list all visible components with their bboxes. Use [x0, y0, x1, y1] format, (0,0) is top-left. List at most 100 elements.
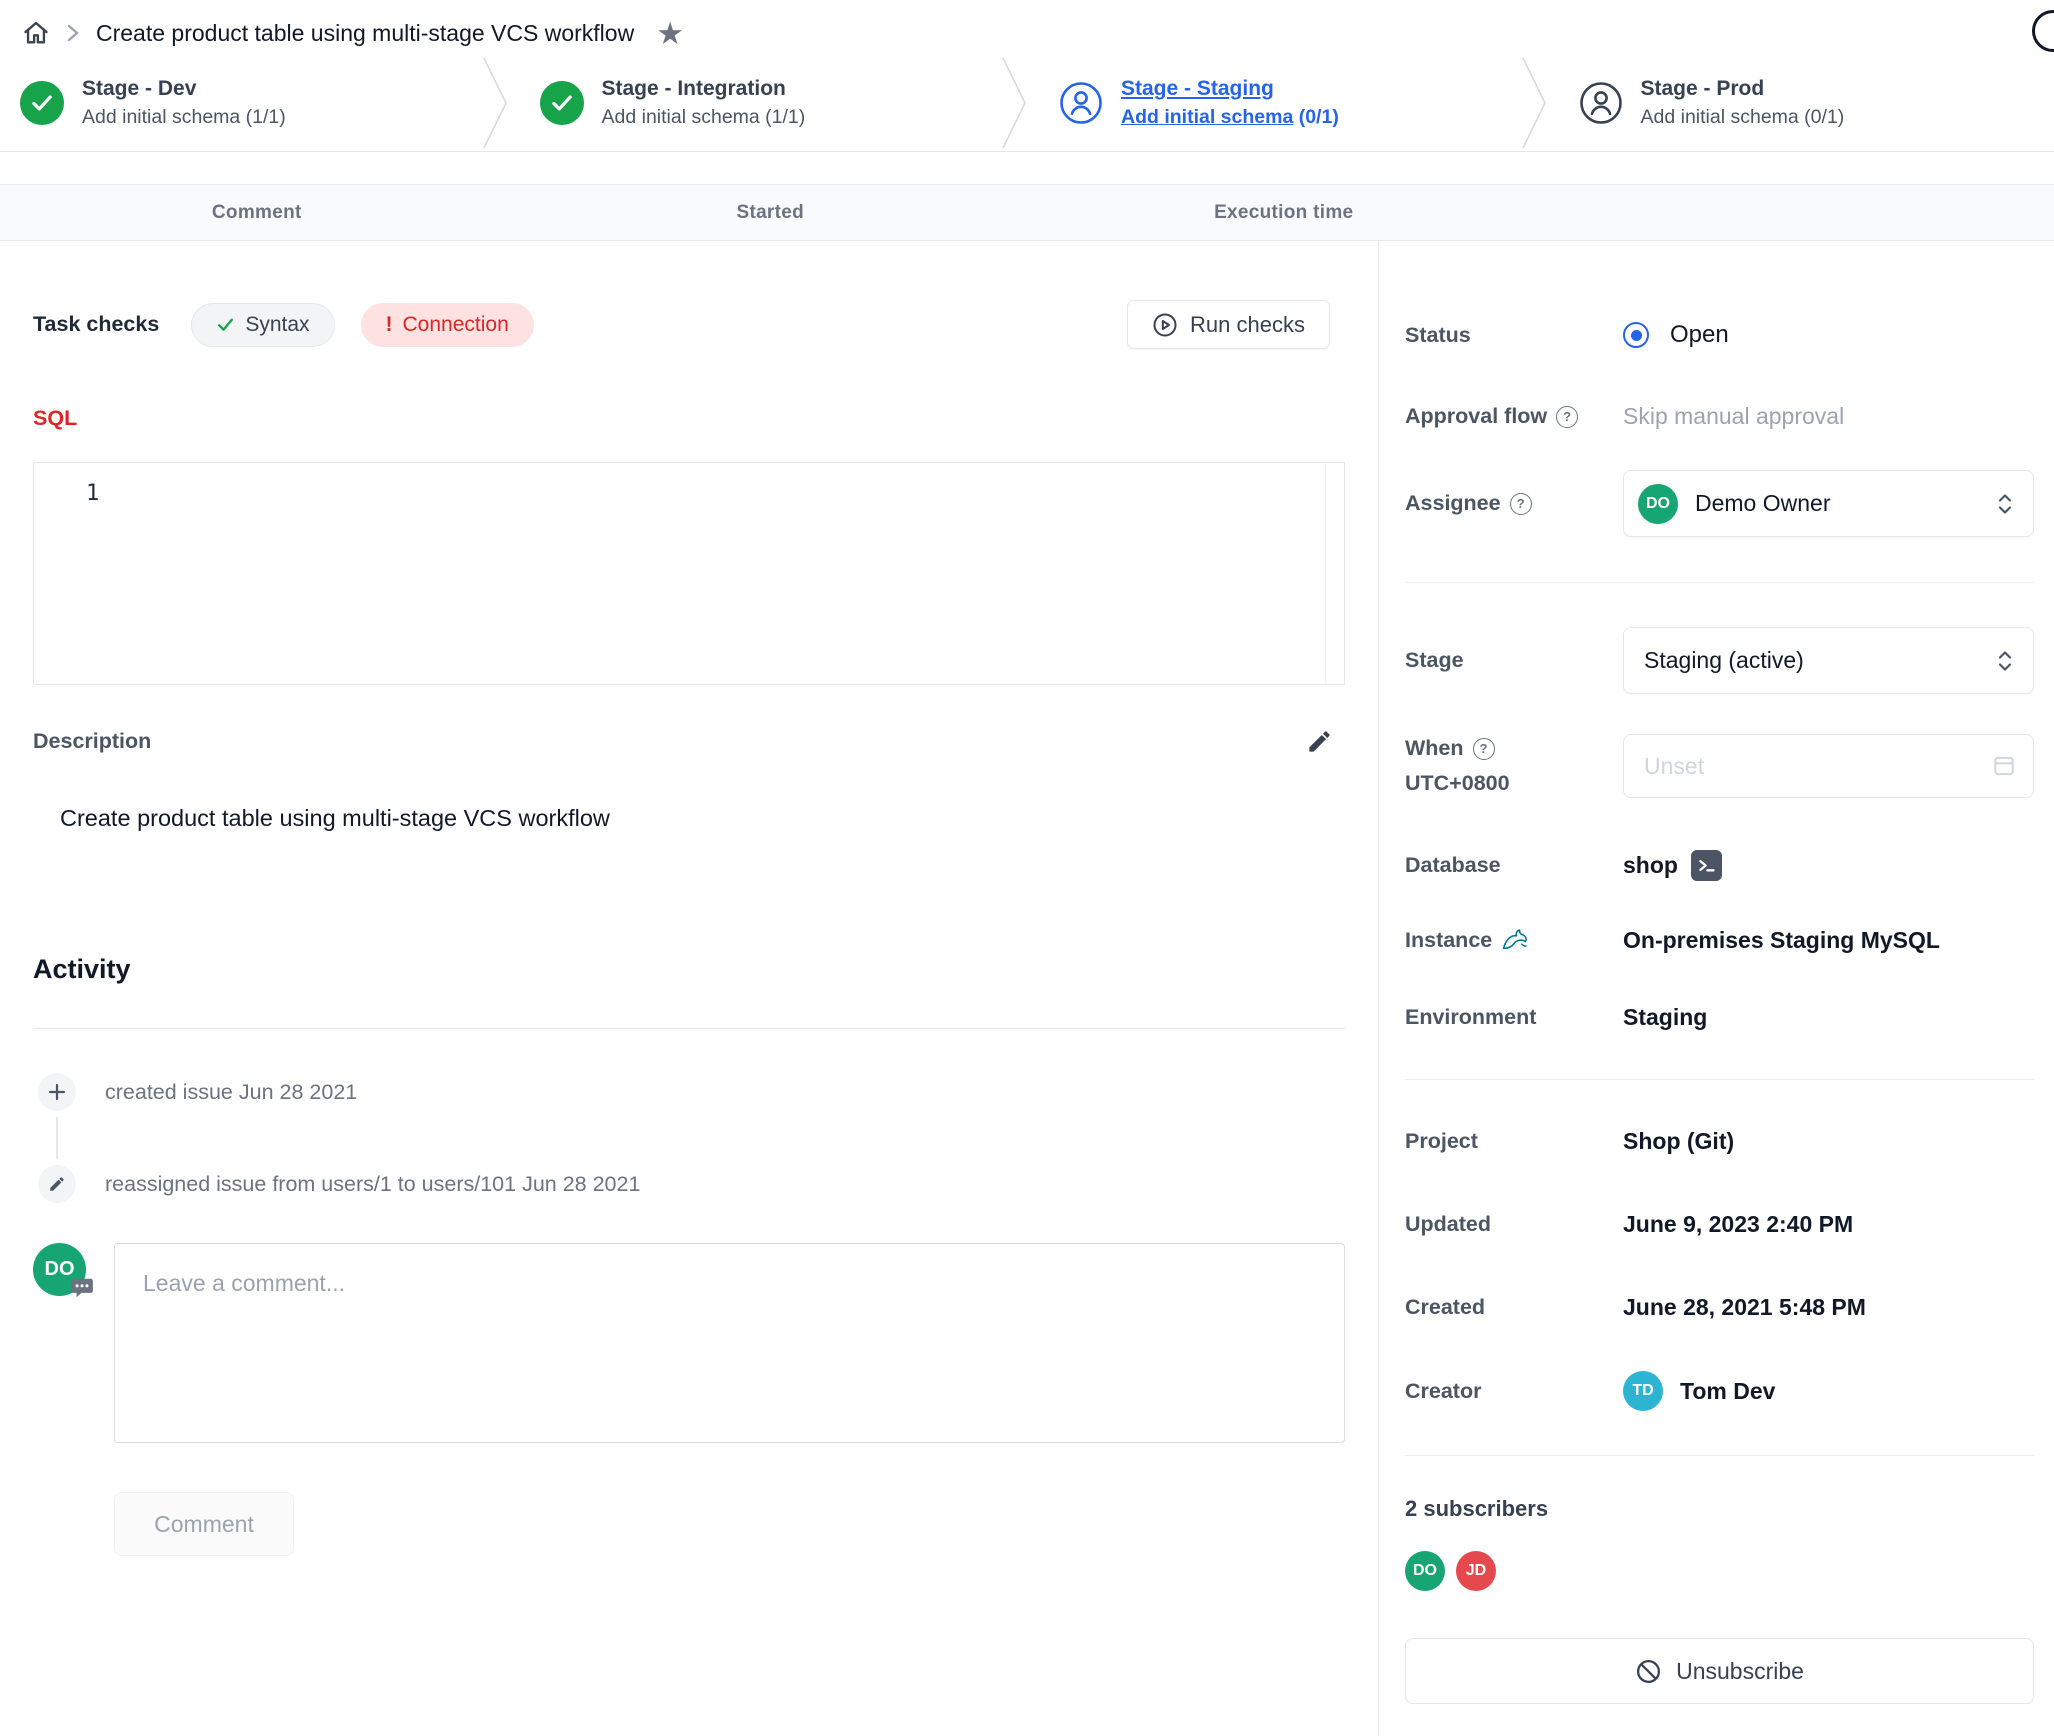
- help-icon[interactable]: ?: [1556, 406, 1578, 428]
- comment-composer: DO: [33, 1243, 1345, 1443]
- assignee-select[interactable]: DO Demo Owner: [1623, 470, 2034, 537]
- comment-submit-button[interactable]: Comment: [114, 1492, 294, 1556]
- sql-editor[interactable]: 1: [33, 462, 1345, 685]
- stage-item-dev[interactable]: Stage - Dev Add initial schema (1/1): [0, 54, 496, 151]
- when-row: When ? UTC+0800 Unset: [1405, 734, 2034, 798]
- stage-name: Stage - Staging: [1121, 77, 1339, 101]
- activity-event-text: created issue Jun 28 2021: [105, 1080, 357, 1105]
- activity-divider: [33, 1028, 1345, 1029]
- assignee-label: Assignee ?: [1405, 491, 1623, 516]
- status-label: Status: [1405, 323, 1623, 348]
- select-chevrons-icon: [1993, 491, 2017, 517]
- instance-row: Instance On-premises Staging MySQL: [1405, 927, 2034, 954]
- comment-input[interactable]: [114, 1243, 1345, 1443]
- description-label: Description: [33, 729, 151, 754]
- subscribers-avatars: DO JD: [1405, 1551, 2034, 1591]
- unsubscribe-button[interactable]: Unsubscribe: [1405, 1638, 2034, 1704]
- database-label: Database: [1405, 853, 1623, 878]
- environment-value: Staging: [1623, 1004, 1707, 1031]
- status-open-radio[interactable]: [1623, 322, 1649, 348]
- approval-flow-value: Skip manual approval: [1623, 403, 1844, 430]
- assignee-row: Assignee ? DO Demo Owner: [1405, 470, 2034, 537]
- stage-task: Add initial schema (0/1): [1121, 106, 1339, 129]
- task-checks-label: Task checks: [33, 312, 159, 337]
- column-header-execution-time: Execution time: [1027, 202, 1541, 224]
- run-checks-button[interactable]: Run checks: [1127, 300, 1330, 349]
- project-row: Project Shop (Git): [1405, 1128, 2034, 1155]
- stage-item-staging[interactable]: Stage - Staging Add initial schema (0/1): [1015, 54, 1535, 151]
- task-checks-row: Task checks Syntax ! Connection Run chec…: [33, 300, 1345, 349]
- pencil-icon: [38, 1165, 76, 1203]
- activity-event-reassigned: reassigned issue from users/1 to users/1…: [33, 1165, 1345, 1203]
- stage-value: Staging (active): [1638, 647, 1804, 674]
- database-value[interactable]: shop: [1623, 852, 1678, 879]
- breadcrumb: Create product table using multi-stage V…: [0, 0, 2054, 54]
- instance-label: Instance: [1405, 927, 1623, 954]
- approval-flow-label: Approval flow ?: [1405, 404, 1623, 429]
- stage-separator-chevron: [1521, 56, 1547, 150]
- edit-description-pencil-icon[interactable]: [1306, 728, 1333, 755]
- check-icon: [216, 315, 235, 334]
- stage-task: Add initial schema (1/1): [82, 106, 286, 129]
- description-text: Create product table using multi-stage V…: [33, 805, 1345, 832]
- stage-assignee-person-icon: [1059, 81, 1103, 125]
- stage-task: Add initial schema (0/1): [1641, 106, 1845, 129]
- creator-row: Creator TD Tom Dev: [1405, 1371, 2034, 1411]
- avatar-tom-dev: TD: [1623, 1371, 1663, 1411]
- avatar-jd: JD: [1456, 1551, 1496, 1591]
- sidebar-divider: [1405, 1079, 2034, 1080]
- check-badge-connection[interactable]: ! Connection: [361, 303, 534, 347]
- favorite-star-icon[interactable]: ★: [656, 18, 684, 49]
- calendar-icon: [1991, 753, 2017, 779]
- approval-flow-row: Approval flow ? Skip manual approval: [1405, 403, 2034, 430]
- breadcrumb-chevron-icon: [66, 22, 80, 44]
- help-icon[interactable]: ?: [1510, 493, 1532, 515]
- stage-label: Stage: [1405, 648, 1623, 673]
- stage-name: Stage - Integration: [602, 77, 806, 101]
- created-value: June 28, 2021 5:48 PM: [1623, 1294, 1866, 1321]
- when-label: When ? UTC+0800: [1405, 736, 1623, 796]
- avatar-demo-owner: DO: [1405, 1551, 1445, 1591]
- stage-item-prod[interactable]: Stage - Prod Add initial schema (0/1): [1535, 54, 2054, 151]
- stage-task: Add initial schema (1/1): [602, 106, 806, 129]
- when-datetime-input[interactable]: Unset: [1623, 734, 2034, 798]
- database-row: Database shop: [1405, 850, 2034, 881]
- updated-label: Updated: [1405, 1212, 1623, 1237]
- instance-value: On-premises Staging MySQL: [1623, 927, 1940, 954]
- status-value: Open: [1670, 321, 1729, 349]
- home-icon[interactable]: [22, 19, 50, 47]
- editor-line-number: 1: [86, 481, 99, 506]
- stage-separator-chevron: [482, 56, 508, 150]
- stage-name: Stage - Dev: [82, 77, 286, 101]
- assignee-value: Demo Owner: [1695, 490, 1830, 517]
- check-badge-syntax[interactable]: Syntax: [191, 303, 334, 347]
- sql-section-label: SQL: [33, 406, 1345, 431]
- sidebar-divider: [1405, 582, 2034, 583]
- help-circle-icon[interactable]: [2032, 10, 2054, 52]
- mysql-dolphin-icon: [1501, 927, 1528, 954]
- activity-event-text: reassigned issue from users/1 to users/1…: [105, 1172, 640, 1197]
- activity-event-created: created issue Jun 28 2021: [33, 1073, 1345, 1111]
- stage-item-integration[interactable]: Stage - Integration Add initial schema (…: [496, 54, 1016, 151]
- stage-done-check-icon: [540, 81, 584, 125]
- issue-sidebar: Status Open Approval flow ? Skip manual …: [1378, 241, 2054, 1736]
- avatar-demo-owner: DO: [1638, 484, 1678, 524]
- description-header: Description: [33, 728, 1345, 755]
- creator-value: Tom Dev: [1680, 1378, 1775, 1405]
- chat-bubble-badge-icon: [70, 1276, 94, 1300]
- select-chevrons-icon: [1993, 648, 2017, 674]
- subscribers-title: 2 subscribers: [1405, 1496, 2034, 1522]
- creator-label: Creator: [1405, 1379, 1623, 1404]
- created-row: Created June 28, 2021 5:48 PM: [1405, 1294, 2034, 1321]
- stage-separator-chevron: [1001, 56, 1027, 150]
- stage-name: Stage - Prod: [1641, 77, 1845, 101]
- project-value[interactable]: Shop (Git): [1623, 1128, 1734, 1155]
- stage-assignee-person-icon: [1579, 81, 1623, 125]
- task-table-header: Comment Started Execution time: [0, 184, 2054, 241]
- stage-row: Stage Staging (active): [1405, 627, 2034, 694]
- environment-label: Environment: [1405, 1005, 1623, 1030]
- sql-console-terminal-icon[interactable]: [1691, 850, 1722, 881]
- when-timezone: UTC+0800: [1405, 771, 1623, 796]
- stage-select[interactable]: Staging (active): [1623, 627, 2034, 694]
- help-icon[interactable]: ?: [1473, 738, 1495, 760]
